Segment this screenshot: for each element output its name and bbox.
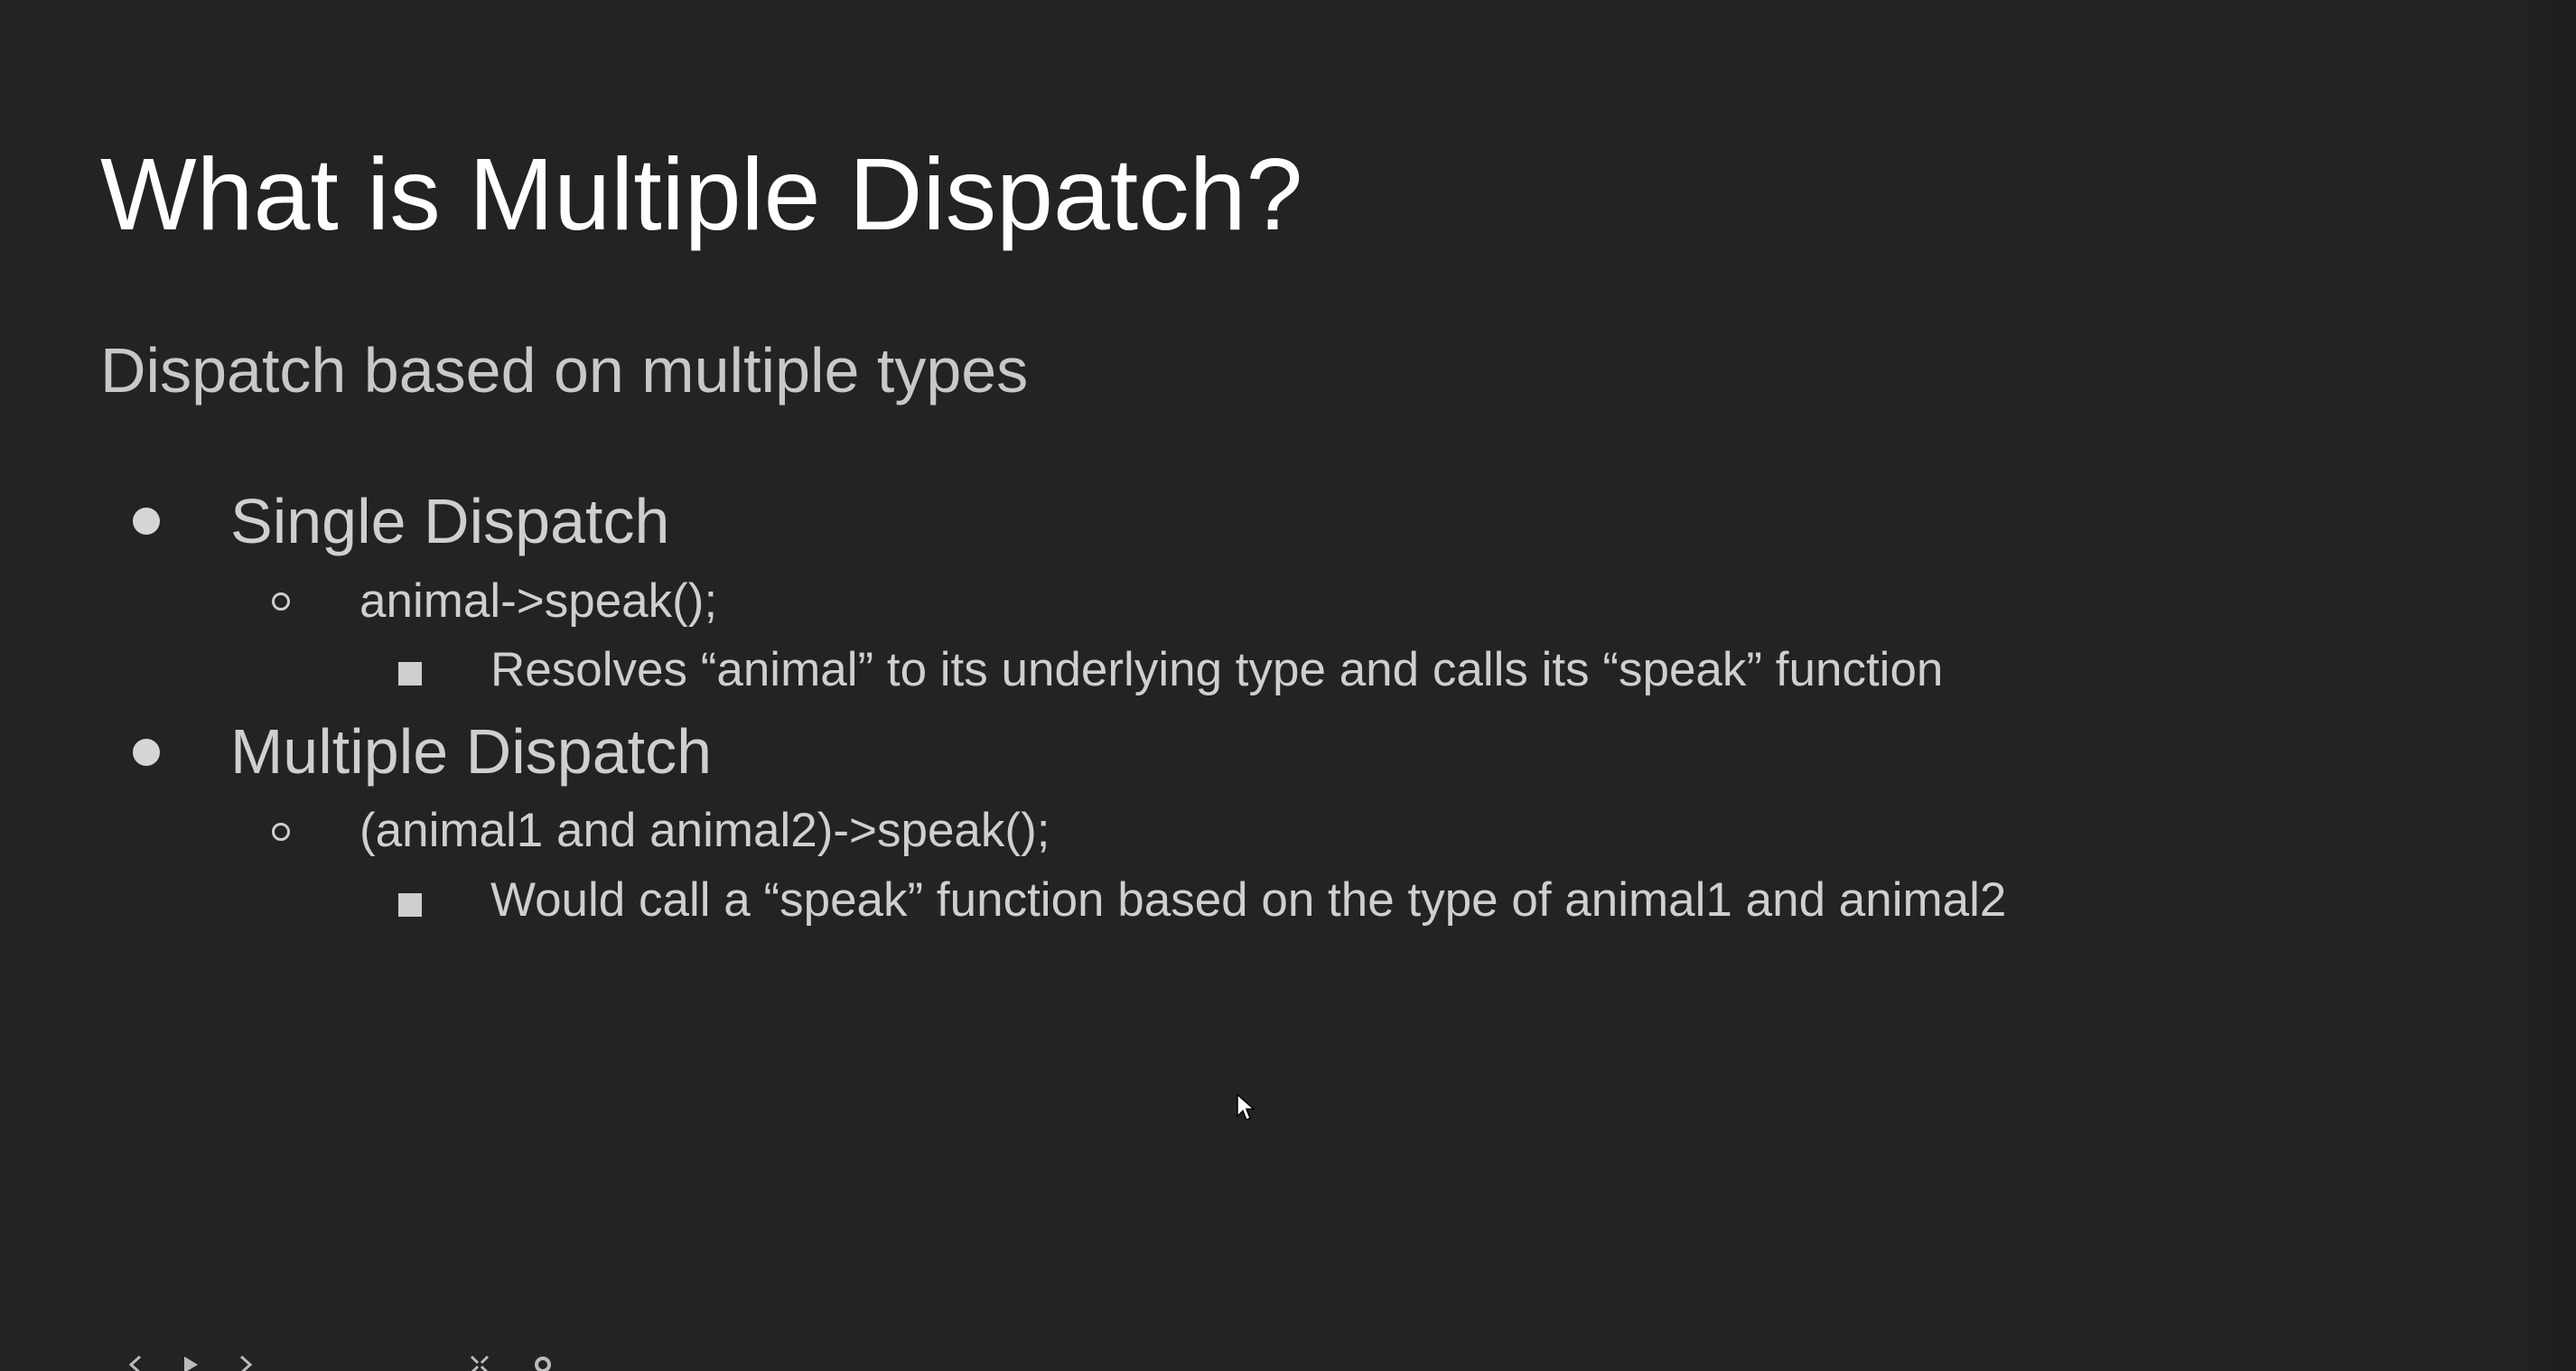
bullet-single-dispatch: Single Dispatch [230,486,670,556]
play-icon[interactable] [181,1355,201,1371]
settings-gear-icon[interactable] [533,1355,553,1371]
slide-subtitle: Dispatch based on multiple types [100,335,1029,406]
subbullet-multiple-example: (animal1 and animal2)->speak(); [359,804,1050,857]
subsubbullet-multiple-explanation: Would call a “speak” function based on t… [490,873,2007,927]
subbullet-single-example: animal->speak(); [359,574,718,628]
presentation-slide: What is Multiple Dispatch? Dispatch base… [0,0,2576,1371]
subsubbullet-single-explanation: Resolves “animal” to its underlying type… [490,643,1944,696]
slide-toolbar [117,1355,677,1371]
bullet-circle-icon [272,823,290,841]
next-slide-icon[interactable] [235,1355,255,1371]
bullet-square-icon [398,893,422,917]
previous-slide-icon[interactable] [126,1355,146,1371]
bullet-disc-icon [133,508,160,535]
fullscreen-exit-icon[interactable] [470,1355,490,1371]
bullet-square-icon [398,662,422,686]
slide-title: What is Multiple Dispatch? [100,137,1303,251]
edge-shade [2513,0,2576,1371]
mouse-cursor-icon [1237,1093,1255,1122]
bullet-multiple-dispatch: Multiple Dispatch [230,716,712,787]
bullet-circle-icon [272,592,290,611]
bullet-disc-icon [133,739,160,766]
